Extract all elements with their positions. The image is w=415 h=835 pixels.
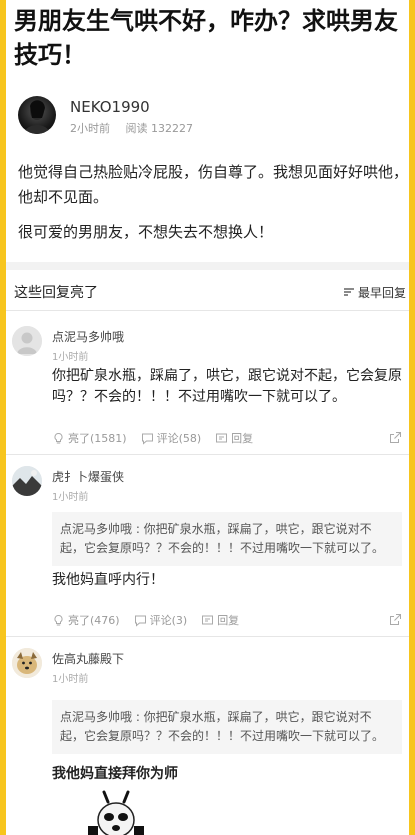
sort-icon [343,288,354,296]
post-paragraph: 很可爱的男朋友，不想失去不想换人！ [18,223,274,241]
quoted-comment: 点泥马多帅哦 : 你把矿泉水瓶，踩扁了，哄它，跟它说对不起，它会复原吗？？不会的… [52,512,402,566]
review-button[interactable]: 评论(3) [134,612,188,628]
comment-author[interactable]: 佐高丸藤殿下 [52,650,124,667]
user-avatar[interactable] [12,648,42,678]
post-title: 男朋友生气哄不好，咋办？求哄男友技巧！ [14,7,398,69]
like-count: 亮了(476) [68,614,120,627]
author-avatar[interactable] [18,96,56,134]
comment-icon [141,433,153,445]
comment-actions: 亮了(476) 评论(3) 回复 [52,612,402,628]
post-body: 他觉得自己热脸贴冷屁股，伤自尊了。我想见面好好哄他，他却不见面。 很可爱的男朋友… [18,160,408,245]
divider [6,310,409,311]
sort-button[interactable]: 最早回复 [343,284,406,301]
reply-label: 回复 [231,432,254,445]
comment-time: 1小时前 [52,352,89,363]
reply-button[interactable]: 回复 [215,430,253,446]
review-button[interactable]: 评论(58) [141,430,202,446]
post-time: 2小时前 [70,122,110,135]
user-avatar[interactable] [12,466,42,496]
dog-avatar-icon [12,648,42,678]
review-count: 评论(58) [156,432,202,445]
post-paragraph: 他觉得自己热脸贴冷屁股，伤自尊了。我想见面好好哄他，他却不见面。 [18,163,409,206]
person-silhouette-icon [24,100,50,134]
author-meta: 2小时前 阅读 132227 [70,120,193,136]
reply-label: 回复 [217,614,240,627]
share-icon [390,614,401,625]
comment-time: 1小时前 [52,492,89,503]
meme-sticker-image [88,790,144,835]
share-button[interactable] [389,431,402,447]
comment-text: 我他妈直接拜你为师 [52,766,178,782]
reply-button[interactable]: 回复 [201,612,239,628]
light-icon [54,432,63,443]
reply-icon [216,433,228,442]
divider [6,636,409,637]
comment-author[interactable]: 虎扌卜爆蛋侠 [52,468,124,485]
landscape-avatar-icon [12,466,42,496]
author-name[interactable]: NEKO1990 [70,98,150,116]
reply-icon [202,615,214,624]
comments-header: 这些回复亮了 最早回复 [14,282,406,302]
like-count: 亮了(1581) [68,432,127,445]
divider [6,454,409,455]
review-count: 评论(3) [149,614,188,627]
comment-icon [134,615,146,627]
section-separator [6,262,409,270]
quoted-comment: 点泥马多帅哦 : 你把矿泉水瓶，踩扁了，哄它，跟它说对不起，它会复原吗？？不会的… [52,700,402,754]
comment-actions: 亮了(1581) 评论(58) 回复 [52,430,402,446]
share-button[interactable] [389,613,402,629]
comment-text: 你把矿泉水瓶，踩扁了，哄它，跟它说对不起，它会复原吗？？不会的！！！不过用嘴吹一… [52,368,402,405]
comment-author[interactable]: 点泥马多帅哦 [52,328,124,345]
default-avatar[interactable] [12,326,42,356]
read-count: 阅读 132227 [125,122,194,135]
comment-text: 我他妈直呼内行！ [52,572,164,588]
share-icon [390,432,401,443]
comment-time: 1小时前 [52,674,89,685]
post-page: 男朋友生气哄不好，咋办？求哄男友技巧！ NEKO1990 2小时前 阅读 132… [6,0,409,835]
comments-section-title: 这些回复亮了 [14,285,98,301]
like-button[interactable]: 亮了(1581) [52,430,127,446]
like-button[interactable]: 亮了(476) [52,612,120,628]
light-icon [54,614,63,625]
default-user-icon [12,326,42,356]
panda-meme-icon [88,790,144,835]
sort-label: 最早回复 [357,285,406,300]
